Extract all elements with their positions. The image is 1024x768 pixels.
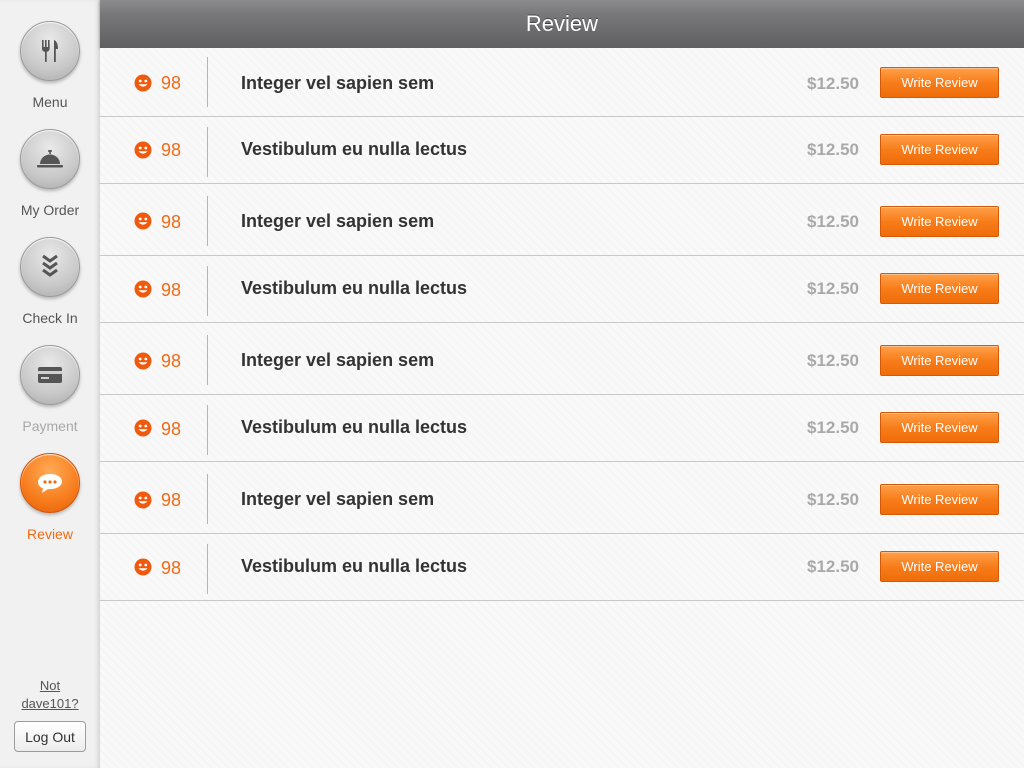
sidebar-item-review[interactable]: Review — [0, 453, 100, 542]
item-price: $12.50 — [807, 140, 859, 159]
row-divider — [207, 57, 208, 107]
write-review-button[interactable]: Write Review — [880, 551, 999, 582]
item-price: $12.50 — [807, 351, 859, 370]
header-bar: Review — [100, 0, 1024, 48]
sidebar-item-label: Menu — [32, 94, 68, 110]
not-user-link[interactable]: Not dave101? — [0, 677, 100, 713]
item-price: $12.50 — [807, 418, 859, 437]
review-button[interactable] — [20, 453, 80, 513]
sidebar-item-my-order[interactable]: My Order — [0, 129, 100, 218]
write-review-button[interactable]: Write Review — [880, 134, 999, 165]
my-order-button[interactable] — [20, 129, 80, 189]
write-review-button[interactable]: Write Review — [880, 484, 999, 515]
item-name: Integer vel sapien sem — [241, 489, 435, 509]
write-review-button[interactable]: Write Review — [880, 206, 999, 237]
sidebar-item-label: Review — [27, 526, 73, 542]
smiley-icon — [134, 280, 152, 298]
row-divider — [207, 266, 208, 316]
sidebar-item-payment[interactable]: Payment — [0, 345, 100, 434]
review-score: 98 — [161, 73, 182, 93]
fork-knife-icon — [42, 40, 58, 62]
list-item: 98 Integer vel sapien sem $12.50 Write R… — [100, 184, 1024, 256]
sidebar-item-label: Payment — [22, 418, 78, 434]
review-score: 98 — [161, 351, 182, 371]
list-item: 98 Integer vel sapien sem $12.50 Write R… — [100, 323, 1024, 395]
review-list: 98 Integer vel sapien sem $12.50 Write R… — [100, 48, 1024, 768]
list-item: 98 Vestibulum eu nulla lectus $12.50 Wri… — [100, 534, 1024, 601]
item-price: $12.50 — [807, 74, 859, 93]
row-divider — [207, 127, 208, 177]
item-price: $12.50 — [807, 557, 859, 576]
row-divider — [207, 405, 208, 455]
item-name: Integer vel sapien sem — [241, 211, 435, 231]
smiley-icon — [134, 74, 152, 92]
sidebar-item-menu[interactable]: Menu — [0, 21, 100, 110]
review-score: 98 — [161, 490, 182, 510]
not-user-line-1[interactable]: Not — [0, 677, 100, 695]
write-review-button[interactable]: Write Review — [880, 345, 999, 376]
item-name: Vestibulum eu nulla lectus — [241, 417, 468, 437]
review-score: 98 — [161, 558, 182, 578]
write-review-button[interactable]: Write Review — [880, 67, 999, 98]
review-score: 98 — [161, 140, 182, 160]
chevrons-down-icon — [42, 254, 58, 277]
smiley-icon — [134, 419, 152, 437]
menu-button[interactable] — [20, 21, 80, 81]
chat-bubble-icon — [38, 474, 62, 493]
sidebar: Menu My Order Check In Payment Review No… — [0, 0, 100, 768]
item-name: Vestibulum eu nulla lectus — [241, 556, 468, 576]
row-divider — [207, 474, 208, 524]
item-price: $12.50 — [807, 212, 859, 231]
list-item: 98 Integer vel sapien sem $12.50 Write R… — [100, 462, 1024, 534]
credit-card-icon — [38, 367, 62, 383]
sidebar-item-label: My Order — [20, 202, 80, 218]
smiley-icon — [134, 558, 152, 576]
write-review-button[interactable]: Write Review — [880, 412, 999, 443]
item-name: Integer vel sapien sem — [241, 73, 435, 93]
item-price: $12.50 — [807, 279, 859, 298]
sidebar-item-label: Check In — [22, 310, 78, 326]
item-name: Vestibulum eu nulla lectus — [241, 139, 468, 159]
smiley-icon — [134, 352, 152, 370]
page-title: Review — [525, 11, 599, 36]
sidebar-item-check-in[interactable]: Check In — [0, 237, 100, 326]
item-price: $12.50 — [807, 490, 859, 509]
row-divider — [207, 544, 208, 594]
check-in-button[interactable] — [20, 237, 80, 297]
payment-button[interactable] — [20, 345, 80, 405]
smiley-icon — [134, 141, 152, 159]
row-divider — [207, 335, 208, 385]
service-bell-icon — [37, 150, 63, 168]
not-user-line-2[interactable]: dave101? — [0, 695, 100, 713]
write-review-button[interactable]: Write Review — [880, 273, 999, 304]
smiley-icon — [134, 212, 152, 230]
review-score: 98 — [161, 280, 182, 300]
logout-button[interactable]: Log Out — [14, 721, 86, 752]
list-item: 98 Vestibulum eu nulla lectus $12.50 Wri… — [100, 256, 1024, 323]
review-score: 98 — [161, 419, 182, 439]
review-score: 98 — [161, 212, 182, 232]
list-item: 98 Vestibulum eu nulla lectus $12.50 Wri… — [100, 395, 1024, 462]
row-divider — [207, 196, 208, 246]
item-name: Integer vel sapien sem — [241, 350, 435, 370]
list-item: 98 Integer vel sapien sem $12.50 Write R… — [100, 48, 1024, 117]
list-item: 98 Vestibulum eu nulla lectus $12.50 Wri… — [100, 117, 1024, 184]
item-name: Vestibulum eu nulla lectus — [241, 278, 468, 298]
smiley-icon — [134, 491, 152, 509]
